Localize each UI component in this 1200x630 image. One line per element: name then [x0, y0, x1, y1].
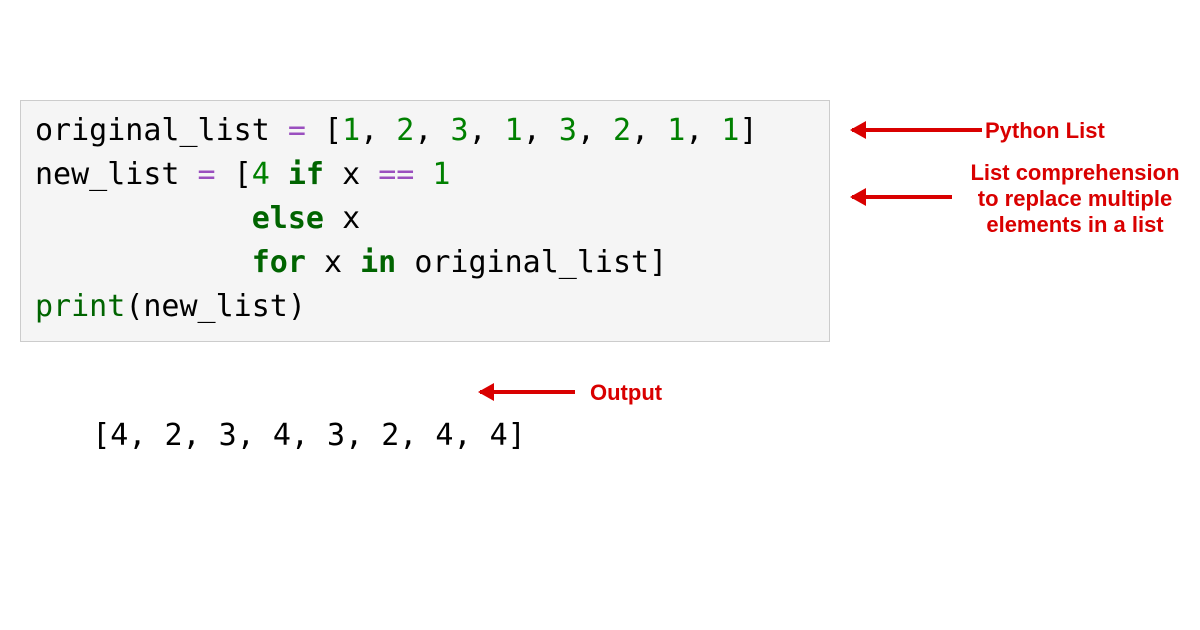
figure-stage: { "code": { "line1": { "var": "original_…	[0, 0, 1200, 630]
arrow-icon	[852, 195, 952, 199]
kw-for: for	[252, 245, 306, 280]
num-literal: 1	[432, 157, 450, 192]
comma: ,	[414, 113, 450, 148]
paren-close: )	[288, 289, 306, 324]
assign-op: =	[270, 113, 324, 148]
assign-op: =	[180, 157, 234, 192]
annotation-text: elements in a list	[960, 212, 1190, 238]
comma: ,	[523, 113, 559, 148]
space	[324, 201, 342, 236]
var-original-list: original_list	[414, 245, 649, 280]
paren-open: (	[125, 289, 143, 324]
num-literal: 1	[667, 113, 685, 148]
kw-if: if	[288, 157, 324, 192]
kw-in: in	[360, 245, 396, 280]
num-literal: 2	[613, 113, 631, 148]
code-line-4: for x in original_list]	[35, 241, 815, 285]
annotation-text: Output	[590, 380, 662, 405]
bracket-open: [	[234, 157, 252, 192]
annotation-output: Output	[590, 380, 662, 406]
indent	[35, 245, 252, 280]
var-original-list: original_list	[35, 113, 270, 148]
output-text: [4, 2, 3, 4, 3, 2, 4, 4]	[92, 418, 525, 453]
comma: ,	[577, 113, 613, 148]
annotation-python-list: Python List	[985, 118, 1105, 144]
arrow-icon	[852, 128, 982, 132]
annotation-text: List comprehension	[960, 160, 1190, 186]
comma: ,	[360, 113, 396, 148]
annotation-text: to replace multiple	[960, 186, 1190, 212]
bracket-open: [	[324, 113, 342, 148]
annotation-text: Python List	[985, 118, 1105, 143]
var-x: x	[342, 157, 360, 192]
bracket-close: ]	[739, 113, 757, 148]
space	[306, 245, 324, 280]
fn-print: print	[35, 289, 125, 324]
var-new-list: new_list	[35, 157, 180, 192]
num-literal: 1	[342, 113, 360, 148]
space	[324, 157, 342, 192]
space	[396, 245, 414, 280]
code-line-5: print(new_list)	[35, 285, 815, 329]
num-literal: 1	[505, 113, 523, 148]
kw-else: else	[252, 201, 324, 236]
comma: ,	[631, 113, 667, 148]
comma: ,	[685, 113, 721, 148]
bracket-close: ]	[649, 245, 667, 280]
eq-op: ==	[378, 157, 414, 192]
var-x: x	[324, 245, 342, 280]
num-literal: 1	[721, 113, 739, 148]
arrow-icon	[480, 390, 575, 394]
code-cell: original_list = [1, 2, 3, 1, 3, 2, 1, 1]…	[20, 100, 830, 342]
num-literal: 4	[252, 157, 270, 192]
output-cell: [4, 2, 3, 4, 3, 2, 4, 4]	[20, 370, 526, 502]
code-line-3: else x	[35, 197, 815, 241]
space	[414, 157, 432, 192]
num-literal: 2	[396, 113, 414, 148]
code-line-2: new_list = [4 if x == 1	[35, 153, 815, 197]
var-new-list: new_list	[143, 289, 288, 324]
var-x: x	[342, 201, 360, 236]
annotation-list-comprehension: List comprehension to replace multiple e…	[960, 160, 1190, 238]
indent	[35, 201, 252, 236]
num-literal: 3	[450, 113, 468, 148]
code-line-1: original_list = [1, 2, 3, 1, 3, 2, 1, 1]	[35, 109, 815, 153]
space	[342, 245, 360, 280]
space	[360, 157, 378, 192]
num-literal: 3	[559, 113, 577, 148]
space	[270, 157, 288, 192]
comma: ,	[469, 113, 505, 148]
